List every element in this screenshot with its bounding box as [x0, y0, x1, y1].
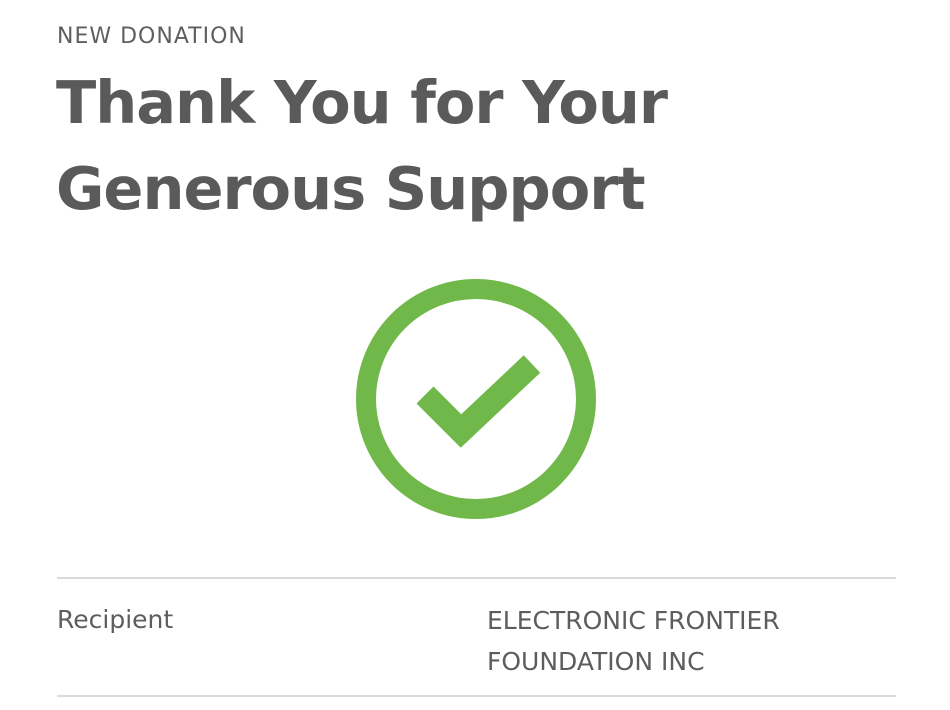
top-divider [57, 577, 896, 579]
success-check-icon [355, 278, 597, 520]
donation-confirmation-page: NEW DONATION Thank You for Your Generous… [0, 0, 950, 710]
page-title: Thank You for Your Generous Support [56, 68, 668, 223]
donation-type-label: NEW DONATION [57, 24, 246, 49]
bottom-divider [57, 695, 896, 697]
recipient-label: Recipient [57, 605, 174, 634]
recipient-name: ELECTRONIC FRONTIER FOUNDATION INC [487, 606, 780, 676]
